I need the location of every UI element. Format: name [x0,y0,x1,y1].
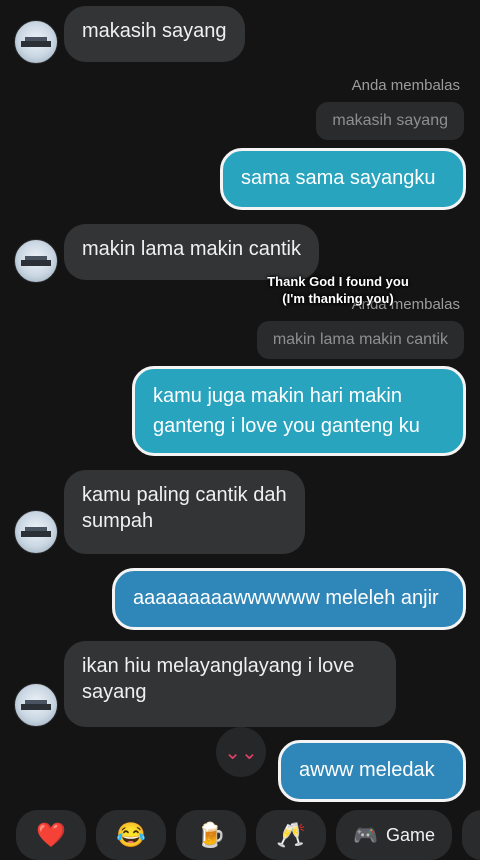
message-line: sayang [82,681,147,703]
message-line: kamu juga makin hari makin [153,385,402,407]
message-line: ikan hiu melayanglayang i love [82,655,355,677]
outgoing-message[interactable]: awww meledak [278,740,466,802]
reply-label: Anda membalas [351,77,460,94]
outgoing-message[interactable]: kamu juga makin hari makin ganteng i lov… [132,366,466,456]
outgoing-message[interactable]: aaaaaaaaawwwwww meleleh anjir [112,568,466,630]
heart-icon: ❤️ [36,821,66,849]
quick-more-button[interactable] [462,810,480,860]
message-text: makin lama makin cantik [82,238,301,260]
scroll-down-button[interactable]: ⌄⌄ [216,727,266,777]
message-text: aaaaaaaaawwwwww meleleh anjir [133,587,439,609]
incoming-message[interactable]: makin lama makin cantik [64,224,319,280]
quick-laugh-button[interactable]: 😂 [96,810,166,860]
caption-line: (I'm thanking you) [282,291,394,306]
double-chevron-down-icon: ⌄⌄ [224,741,258,764]
avatar[interactable] [14,510,58,554]
gamepad-icon: 🎮 [353,824,378,847]
laughing-face-icon: 😂 [116,821,146,849]
quick-beer-button[interactable]: 🍺 [176,810,246,860]
message-text: sama sama sayangku [241,167,436,189]
video-caption: Thank God I found you (I'm thanking you) [236,273,440,307]
reply-quote[interactable]: makin lama makin cantik [256,321,464,359]
quick-cheers-button[interactable]: 🥂 [256,810,326,860]
message-text: makasih sayang [82,20,227,42]
message-line: kamu paling cantik dah [82,484,287,506]
message-text: awww meledak [299,759,435,781]
game-button[interactable]: 🎮 Game [336,810,452,860]
incoming-message[interactable]: ikan hiu melayanglayang i love sayang [64,641,396,727]
avatar[interactable] [14,683,58,727]
reply-quote[interactable]: makasih sayang [316,102,464,140]
cheers-icon: 🥂 [276,821,306,849]
message-line: sumpah [82,510,154,532]
outgoing-message[interactable]: sama sama sayangku [220,148,466,210]
game-label: Game [385,824,435,845]
avatar[interactable] [14,20,58,64]
message-line: ganteng i love you ganteng ku [153,415,420,437]
quick-heart-button[interactable]: ❤️ [16,810,86,860]
caption-line: Thank God I found you [267,274,409,289]
incoming-message[interactable]: kamu paling cantik dah sumpah [64,470,305,554]
avatar[interactable] [14,239,58,283]
beer-icon: 🍺 [196,821,226,849]
incoming-message[interactable]: makasih sayang [64,6,245,62]
